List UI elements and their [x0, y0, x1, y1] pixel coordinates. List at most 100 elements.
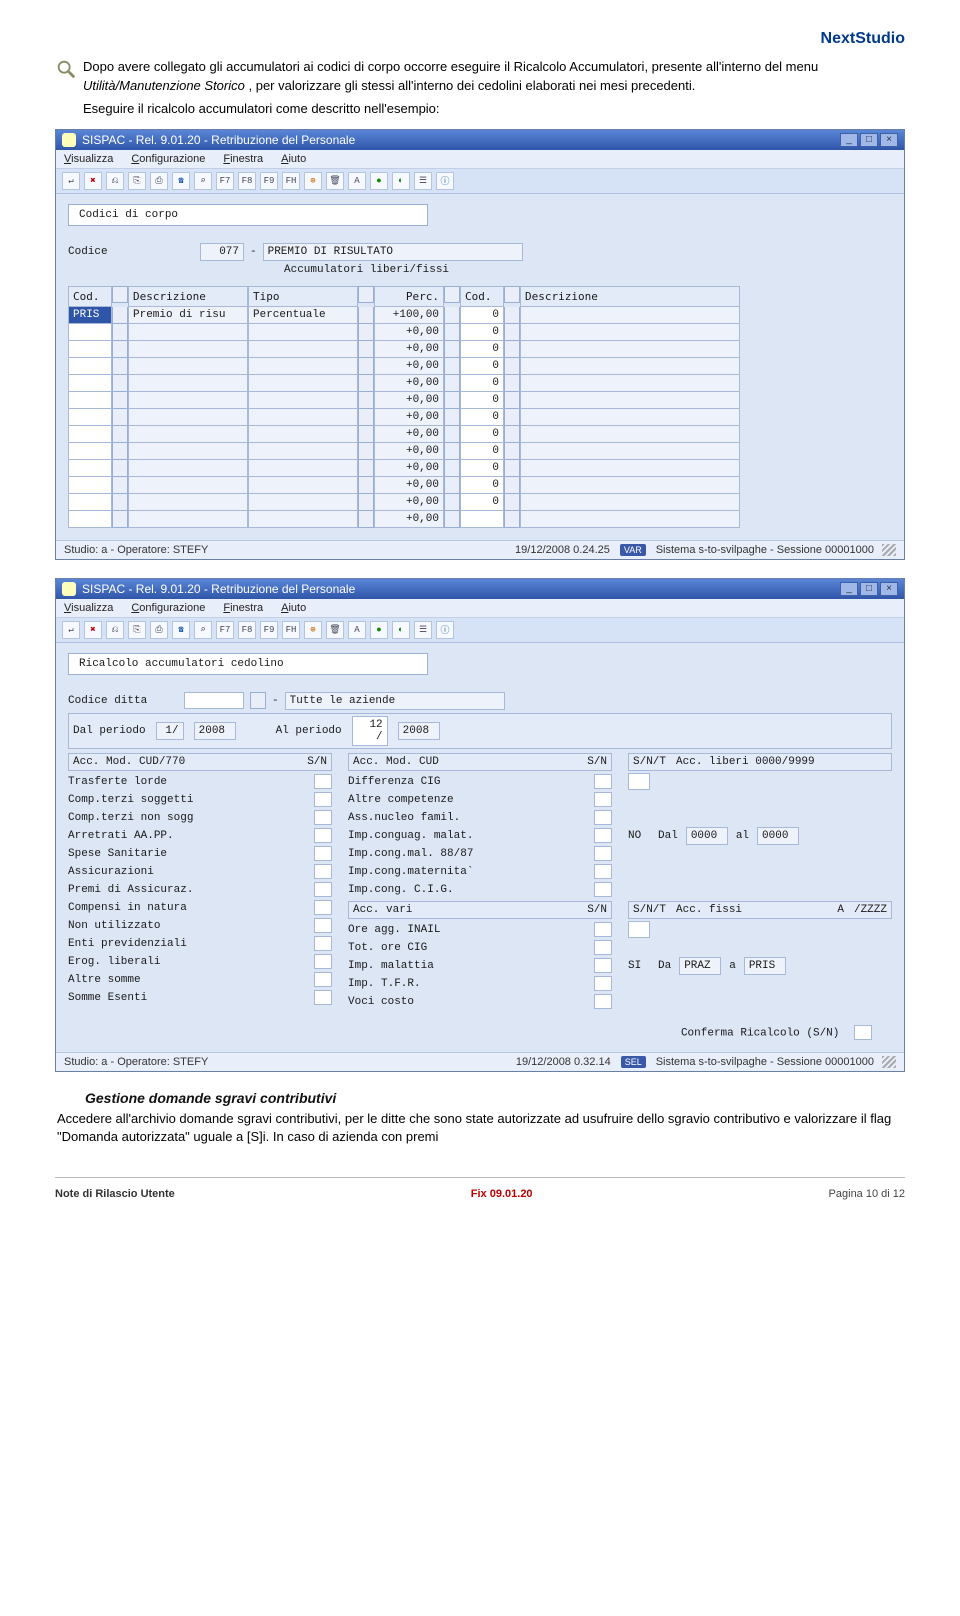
cell-cod[interactable] [68, 341, 112, 358]
cell-cod2[interactable]: 0 [460, 494, 504, 511]
cell-btn[interactable] [112, 358, 128, 375]
field-input[interactable] [594, 976, 612, 991]
grid-row[interactable]: PRISPremio di risuPercentuale+100,000 [68, 307, 892, 324]
field-input[interactable] [314, 882, 332, 897]
cell-btn[interactable] [112, 392, 128, 409]
toolbar-btn[interactable]: FH [282, 172, 300, 190]
toolbar-btn[interactable]: ⓘ [436, 621, 454, 639]
cell-btn[interactable] [504, 375, 520, 392]
cell-cod2[interactable]: 0 [460, 443, 504, 460]
menu-visualizza[interactable]: VVisualizzaisualizza [64, 153, 113, 165]
resize-grip[interactable] [882, 1056, 896, 1068]
cell-cod2[interactable]: 0 [460, 392, 504, 409]
cell-btn[interactable] [504, 324, 520, 341]
toolbar-btn[interactable]: ⎙ [150, 172, 168, 190]
close-button[interactable]: × [880, 582, 898, 596]
cell-cod2[interactable]: 0 [460, 341, 504, 358]
field-input[interactable] [314, 900, 332, 915]
toolbar-btn[interactable]: ↵ [62, 621, 80, 639]
cell-cod[interactable] [68, 426, 112, 443]
cell-btn[interactable] [358, 477, 374, 494]
grid-row[interactable]: +0,000 [68, 324, 892, 341]
cell-cod[interactable] [68, 494, 112, 511]
cell-btn[interactable] [444, 409, 460, 426]
grid-row[interactable]: +0,000 [68, 375, 892, 392]
minimize-button[interactable]: _ [840, 133, 858, 147]
cell-btn[interactable] [504, 307, 520, 324]
cell-btn[interactable] [358, 460, 374, 477]
cell-btn[interactable] [112, 460, 128, 477]
toolbar-btn[interactable]: ◐ [392, 172, 410, 190]
cell-btn[interactable] [504, 392, 520, 409]
cell-cod[interactable] [68, 477, 112, 494]
field-input[interactable] [594, 792, 612, 807]
cell-btn[interactable] [444, 494, 460, 511]
menu-visualizza[interactable]: Visualizza [64, 602, 113, 614]
codice-value[interactable]: 077 [200, 243, 244, 261]
colC-input[interactable] [628, 773, 650, 790]
cell-cod2[interactable]: 0 [460, 460, 504, 477]
toolbar-btn[interactable]: ⎘ [128, 172, 146, 190]
toolbar-btn[interactable]: ⎌ [106, 621, 124, 639]
grid-row[interactable]: +0,000 [68, 341, 892, 358]
cell-btn[interactable] [504, 409, 520, 426]
cell-btn[interactable] [504, 341, 520, 358]
cell-btn[interactable] [112, 307, 128, 324]
toolbar-btn[interactable]: FH [282, 621, 300, 639]
cell-btn[interactable] [358, 307, 374, 324]
grid-row[interactable]: +0,00 [68, 511, 892, 528]
cell-cod2[interactable]: 0 [460, 375, 504, 392]
cell-btn[interactable] [444, 375, 460, 392]
field-input[interactable] [594, 864, 612, 879]
cell-btn[interactable] [504, 358, 520, 375]
cell-btn[interactable] [112, 494, 128, 511]
cell-btn[interactable] [504, 426, 520, 443]
field-input[interactable] [594, 828, 612, 843]
cell-btn[interactable] [358, 511, 374, 528]
cell-btn[interactable] [358, 426, 374, 443]
cell-btn[interactable] [504, 494, 520, 511]
cell-cod[interactable] [68, 409, 112, 426]
dal-month[interactable]: 1/ [156, 722, 184, 740]
cell-btn[interactable] [358, 324, 374, 341]
cell-btn[interactable] [504, 443, 520, 460]
maximize-button[interactable]: □ [860, 582, 878, 596]
cell-btn[interactable] [444, 443, 460, 460]
cell-cod[interactable]: PRIS [68, 307, 112, 324]
menu-aiuto[interactable]: Aiuto [281, 602, 306, 614]
codice-ditta-input[interactable] [184, 692, 244, 709]
cell-btn[interactable] [444, 392, 460, 409]
titlebar[interactable]: SISPAC - Rel. 9.01.20 - Retribuzione del… [56, 130, 904, 150]
grid-row[interactable]: +0,000 [68, 460, 892, 477]
cell-btn[interactable] [444, 358, 460, 375]
cell-cod[interactable] [68, 460, 112, 477]
toolbar-btn[interactable]: ✖ [84, 621, 102, 639]
cell-cod[interactable] [68, 375, 112, 392]
cell-cod2[interactable]: 0 [460, 358, 504, 375]
menu-finestra[interactable]: Finestra [223, 602, 263, 614]
toolbar-btn[interactable]: F7 [216, 172, 234, 190]
toolbar[interactable]: ↵ ✖ ⎌ ⎘ ⎙ ☎ ⌕ F7 F8 F9 FH ⊕ 🗑 A ● ◐ ☰ ⓘ [56, 618, 904, 643]
col-button[interactable] [504, 286, 520, 303]
cell-cod2[interactable]: 0 [460, 409, 504, 426]
cell-btn[interactable] [112, 375, 128, 392]
toolbar-btn[interactable]: ☎ [172, 172, 190, 190]
cell-cod2[interactable]: 0 [460, 477, 504, 494]
toolbar-btn[interactable]: A [348, 621, 366, 639]
toolbar-btn[interactable]: ⌕ [194, 172, 212, 190]
cell-btn[interactable] [444, 307, 460, 324]
toolbar-btn[interactable]: ⓘ [436, 172, 454, 190]
colC-input2[interactable] [628, 921, 650, 938]
cell-btn[interactable] [358, 358, 374, 375]
a-input[interactable]: PRIS [744, 957, 786, 975]
cell-btn[interactable] [112, 477, 128, 494]
toolbar-btn[interactable]: A [348, 172, 366, 190]
toolbar-btn[interactable]: ● [370, 621, 388, 639]
toolbar-btn[interactable]: ⌕ [194, 621, 212, 639]
cell-cod[interactable] [68, 392, 112, 409]
field-input[interactable] [314, 792, 332, 807]
field-input[interactable] [594, 922, 612, 937]
toolbar-btn[interactable]: ✖ [84, 172, 102, 190]
grid-row[interactable]: +0,000 [68, 426, 892, 443]
cell-btn[interactable] [504, 477, 520, 494]
